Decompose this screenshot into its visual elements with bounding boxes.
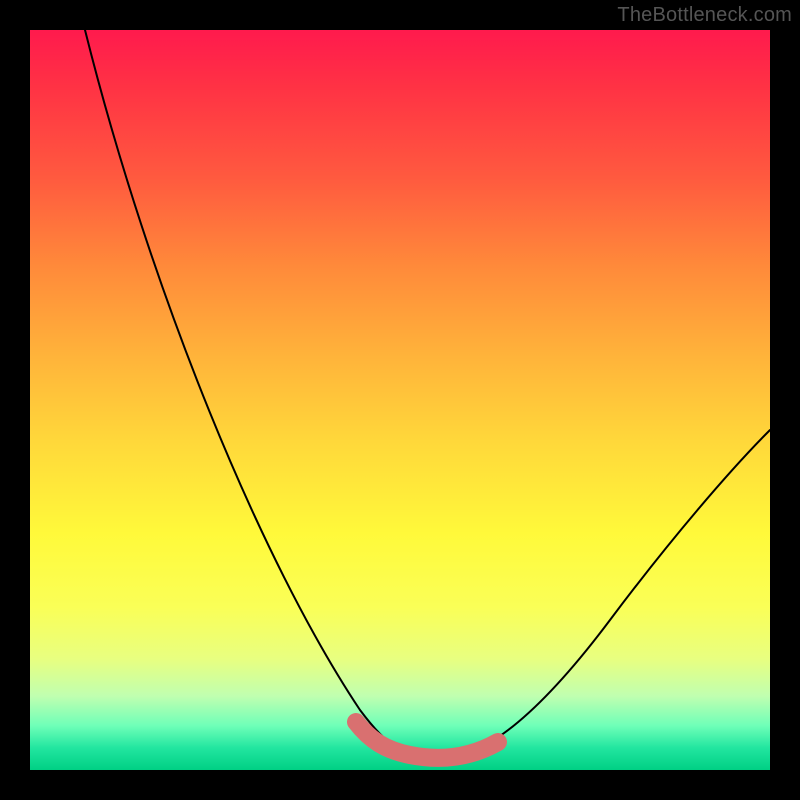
- plot-area: [30, 30, 770, 770]
- bottleneck-curve-svg: [30, 30, 770, 770]
- source-attribution: TheBottleneck.com: [617, 4, 792, 27]
- outer-frame: TheBottleneck.com: [0, 0, 800, 800]
- right-branch: [460, 430, 770, 756]
- left-branch: [85, 30, 395, 746]
- optimal-range-highlight: [356, 722, 498, 758]
